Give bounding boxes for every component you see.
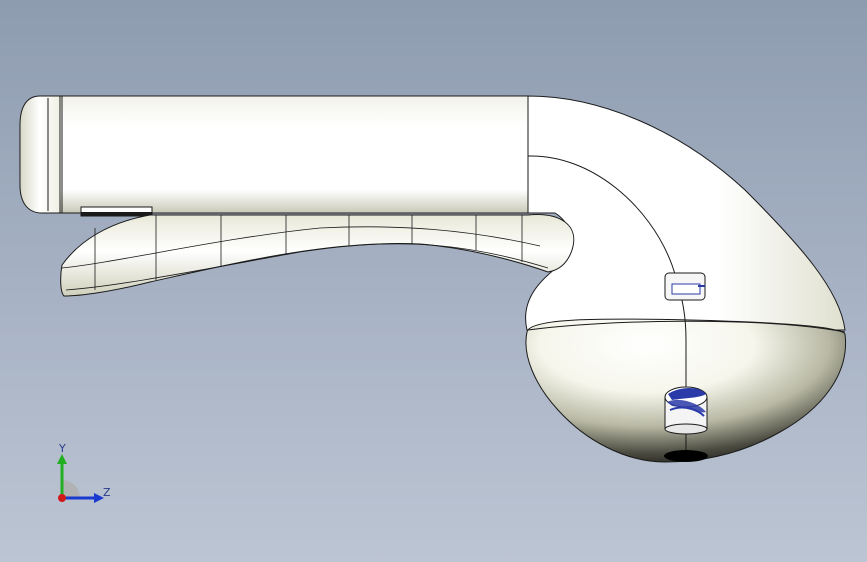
coordinate-triad: Y Z <box>57 442 111 503</box>
spray-outlet <box>664 450 708 462</box>
x-axis-dot <box>58 494 66 502</box>
barrel-body <box>59 95 529 214</box>
handle-window-insert <box>671 283 701 295</box>
graphics-viewport[interactable]: Y Z <box>0 0 867 562</box>
y-axis-arrow <box>57 454 67 464</box>
barrel-end-cap <box>19 95 61 214</box>
nozzle-insert <box>664 386 708 435</box>
z-axis-label: Z <box>103 486 111 499</box>
model-view[interactable] <box>0 0 867 562</box>
y-axis-label: Y <box>58 442 66 455</box>
trigger <box>60 214 575 297</box>
